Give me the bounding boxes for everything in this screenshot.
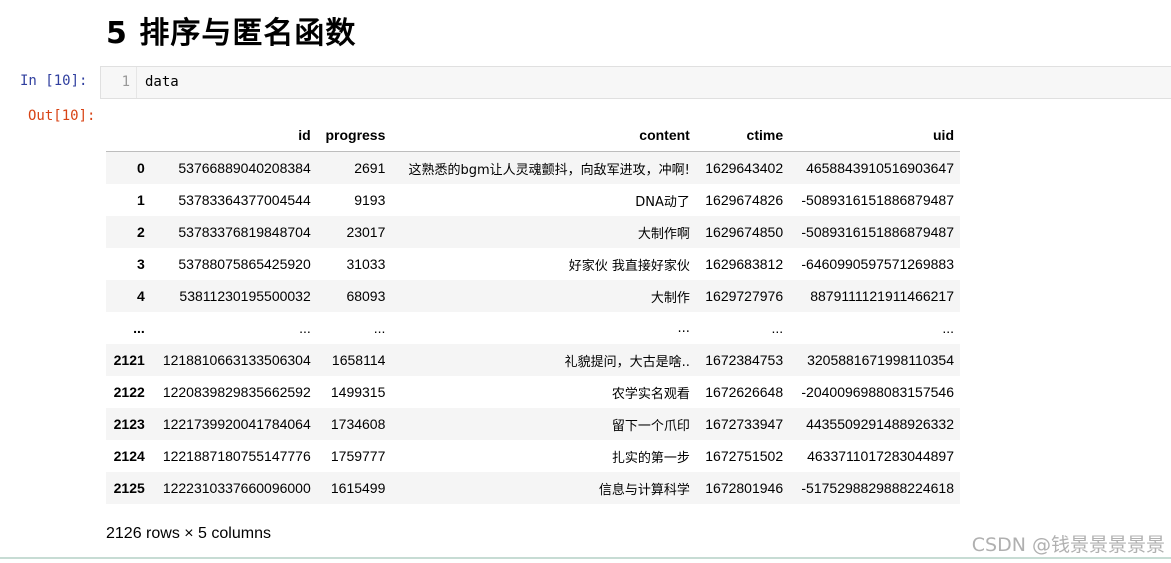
row-index: 4 (136, 288, 145, 304)
cell-uid: -5089316151886879487 (801, 224, 954, 240)
row-index: 0 (136, 160, 145, 176)
table-row: 4 53811230195500032 68093 大制作 1629727976 8879… (106, 280, 960, 312)
code-text[interactable]: data (145, 67, 179, 98)
cell-progress: ... (373, 320, 386, 336)
cell-uid: -6460990597571269883 (801, 256, 954, 272)
table-row: 2 53783376819848704 23017 大制作啊 1629674850 -50… (106, 216, 960, 248)
cell-content: 礼貌提问，大古是啥.. (564, 354, 690, 370)
cell-progress: 68093 (346, 288, 386, 304)
cell-ctime: 1629674850 (705, 224, 784, 240)
watermark: CSDN @钱景景景景景 (971, 534, 1165, 556)
column-header-content: content (391, 119, 696, 152)
table-row: 3 53788075865425920 31033 好家伙 我直接好家伙 1629683… (106, 248, 960, 280)
notebook-page: 5 排序与匿名函数 In [10]: 1 data Out[10]: id pr… (0, 0, 1171, 563)
cell-uid: -2040096988083157546 (801, 384, 954, 400)
cell-id: 53788075865425920 (178, 256, 311, 272)
cell-progress: 1658114 (331, 352, 386, 368)
table-row: 2125 1222310337660096000 1615499 信息与计算科学 167… (106, 472, 960, 504)
input-prompt: In [10]: (20, 73, 88, 89)
cell-uid: 8879111121911466217 (810, 288, 954, 304)
cell-progress: 2691 (354, 160, 386, 176)
row-index: ... (133, 320, 145, 336)
cell-ctime: 1629727976 (705, 288, 784, 304)
cell-id: 1221887180755147776 (162, 448, 311, 464)
output-prompt: Out[10]: (28, 108, 96, 124)
cell-ctime: 1672751502 (705, 448, 784, 464)
row-index: 2122 (113, 384, 145, 400)
cell-content: 留下一个爪印 (611, 418, 690, 434)
table-row: 2124 1221887180755147776 1759777 扎实的第一步 1672… (106, 440, 960, 472)
cell-id: 1222310337660096000 (162, 480, 311, 496)
cell-ctime: 1629683812 (705, 256, 784, 272)
cell-uid: 4633711017283044897 (807, 448, 954, 464)
row-index: 2121 (113, 352, 145, 368)
cell-uid: 4658843910516903647 (806, 160, 954, 176)
cell-uid: -5175298829888224618 (801, 480, 954, 496)
dataframe-table: id progress content ctime uid 0 537668890… (106, 119, 960, 504)
section-heading: 5 排序与匿名函数 (106, 16, 357, 51)
cell-id: ... (299, 320, 311, 336)
shape-summary: 2126 rows × 5 columns (106, 525, 271, 542)
cell-id: 1220839829835662592 (162, 384, 311, 400)
cell-progress: 1615499 (330, 480, 386, 496)
row-index: 2123 (113, 416, 145, 432)
table-row: 1 53783364377004544 9193 DNA动了 1629674826 -50… (106, 184, 960, 216)
cell-content: 这熟悉的bgm让人灵魂颤抖，向敌军进攻，冲啊! (408, 162, 690, 178)
cell-content: 大制作 (650, 290, 690, 306)
cell-ctime: 1672626648 (705, 384, 784, 400)
cell-content: ... (677, 320, 690, 336)
cell-id: 53766889040208384 (178, 160, 311, 176)
cell-uid: ... (942, 320, 954, 336)
row-index: 1 (136, 192, 145, 208)
cell-content: 大制作啊 (637, 226, 690, 242)
cell-progress: 31033 (346, 256, 386, 272)
cell-ctime: 1629674826 (705, 192, 784, 208)
cell-uid: 3205881671998110354 (807, 352, 954, 368)
table-row: 2121 1218810663133506304 1658114 礼貌提问，大古是啥.… (106, 344, 960, 376)
cell-content: 信息与计算科学 (598, 482, 690, 498)
cell-content: DNA动了 (635, 194, 690, 210)
row-index: 2125 (113, 480, 145, 496)
header-row: id progress content ctime uid (106, 119, 960, 152)
cell-id: 53783364377004544 (178, 192, 311, 208)
cell-ctime: ... (771, 320, 784, 336)
line-number: 1 (101, 67, 137, 98)
cell-progress: 9193 (354, 192, 386, 208)
cell-uid: -5089316151886879487 (801, 192, 954, 208)
cell-ctime: 1629643402 (705, 160, 784, 176)
table-body: 0 53766889040208384 2691 这熟悉的bgm让人灵魂颤抖，向敌军进… (106, 151, 960, 504)
cell-id: 1218810663133506304 (162, 352, 311, 368)
row-index: 3 (136, 256, 145, 272)
cell-progress: 1499315 (330, 384, 386, 400)
divider (0, 557, 1171, 559)
cell-id: 53783376819848704 (178, 224, 311, 240)
cell-ctime: 1672384753 (705, 352, 784, 368)
table-row: .................. (106, 312, 960, 344)
cell-ctime: 1672733947 (705, 416, 784, 432)
cell-id: 1221739920041784064 (162, 416, 311, 432)
table-row: 0 53766889040208384 2691 这熟悉的bgm让人灵魂颤抖，向敌军进… (106, 151, 960, 184)
cell-ctime: 1672801946 (705, 480, 784, 496)
cell-progress: 1759777 (330, 448, 386, 464)
column-header-uid: uid (789, 119, 960, 152)
row-index: 2 (136, 224, 145, 240)
column-header-ctime: ctime (695, 119, 790, 152)
table-row: 2122 1220839829835662592 1499315 农学实名观看 1672… (106, 376, 960, 408)
table-row: 2123 1221739920041784064 1734608 留下一个爪印 1672… (106, 408, 960, 440)
cell-id: 53811230195500032 (179, 288, 311, 304)
cell-content: 扎实的第一步 (611, 450, 690, 466)
code-input-cell[interactable]: 1 data (100, 66, 1171, 99)
cell-content: 农学实名观看 (611, 386, 690, 402)
cell-progress: 23017 (346, 224, 386, 240)
row-index: 2124 (113, 448, 145, 464)
index-header (106, 119, 151, 152)
cell-content: 好家伙 我直接好家伙 (568, 258, 690, 274)
column-header-progress: progress (316, 119, 392, 152)
cell-progress: 1734608 (330, 416, 386, 432)
column-header-id: id (150, 119, 317, 152)
cell-uid: 4435509291488926332 (806, 416, 954, 432)
